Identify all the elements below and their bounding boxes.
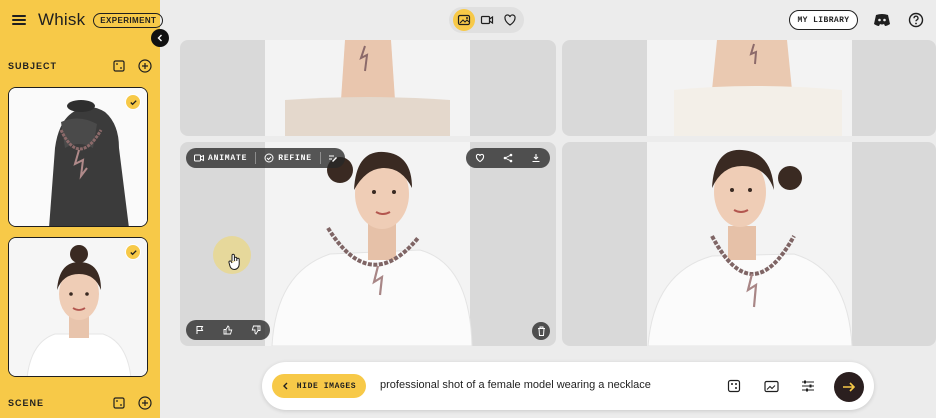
prompt-bar: HIDE IMAGES professional shot of a femal… xyxy=(262,362,874,410)
thumbs-down-icon[interactable] xyxy=(244,320,268,340)
add-scene-icon[interactable] xyxy=(138,396,152,410)
aspect-ratio-icon[interactable] xyxy=(762,377,780,395)
brand: Whisk EXPERIMENT xyxy=(12,10,164,30)
share-icon[interactable] xyxy=(496,148,520,168)
discord-icon[interactable] xyxy=(872,10,892,30)
model-portrait-image xyxy=(9,238,147,376)
subject-section-header: SUBJECT xyxy=(8,59,152,73)
selected-check-icon xyxy=(125,94,141,110)
result-image-2[interactable] xyxy=(562,40,936,136)
edit-prompt-icon[interactable] xyxy=(321,148,345,168)
generate-button[interactable] xyxy=(834,372,864,402)
result-image-4[interactable] xyxy=(562,142,936,346)
subject-card-model[interactable] xyxy=(8,237,148,377)
chevron-left-icon xyxy=(282,382,288,390)
subject-card-necklace[interactable] xyxy=(8,87,148,227)
video-mode-icon[interactable] xyxy=(476,9,498,31)
dice-icon[interactable] xyxy=(112,396,126,410)
refine-button[interactable]: REFINE xyxy=(256,148,320,168)
hide-images-button[interactable]: HIDE IMAGES xyxy=(272,374,366,398)
add-subject-icon[interactable] xyxy=(138,59,152,73)
scene-section-header: SCENE xyxy=(8,396,152,410)
settings-sliders-icon[interactable] xyxy=(799,377,817,395)
experiment-badge: EXPERIMENT xyxy=(93,12,164,28)
animate-label: ANIMATE xyxy=(208,153,248,163)
trash-icon xyxy=(537,326,545,336)
favorite-icon[interactable] xyxy=(468,148,492,168)
delete-button[interactable] xyxy=(532,322,550,340)
model-with-necklace-image xyxy=(647,149,853,346)
hand-cursor-icon xyxy=(228,253,240,271)
app-logo: Whisk xyxy=(38,10,86,29)
animate-button[interactable]: ANIMATE xyxy=(186,148,255,168)
mode-switcher xyxy=(449,7,524,33)
dice-icon[interactable] xyxy=(112,59,126,73)
download-icon[interactable] xyxy=(524,148,548,168)
necklace-bust-image xyxy=(9,88,147,226)
selected-check-icon xyxy=(125,244,141,260)
help-icon[interactable] xyxy=(906,10,926,30)
collapse-sidebar-button[interactable] xyxy=(151,29,169,47)
prompt-input[interactable]: professional shot of a female model wear… xyxy=(380,379,651,391)
hide-images-label: HIDE IMAGES xyxy=(296,381,357,391)
arrow-right-icon xyxy=(843,382,856,392)
scene-title: SCENE xyxy=(8,398,45,408)
refine-label: REFINE xyxy=(278,153,312,163)
report-flag-icon[interactable] xyxy=(188,320,212,340)
menu-icon[interactable] xyxy=(12,15,26,25)
image-mode-icon[interactable] xyxy=(452,9,475,31)
tile-feedback-bar xyxy=(186,320,270,340)
my-library-button[interactable]: MY LIBRARY xyxy=(789,10,858,30)
tile-share-bar xyxy=(466,148,550,168)
tile-action-bar: ANIMATE REFINE xyxy=(186,148,345,168)
favorites-icon[interactable] xyxy=(499,9,521,31)
subject-title: SUBJECT xyxy=(8,61,58,71)
sidebar: Whisk EXPERIMENT SUBJECT SCENE xyxy=(0,0,164,418)
randomize-icon[interactable] xyxy=(725,377,743,395)
result-image-1[interactable] xyxy=(180,40,556,136)
thumbs-up-icon[interactable] xyxy=(216,320,240,340)
